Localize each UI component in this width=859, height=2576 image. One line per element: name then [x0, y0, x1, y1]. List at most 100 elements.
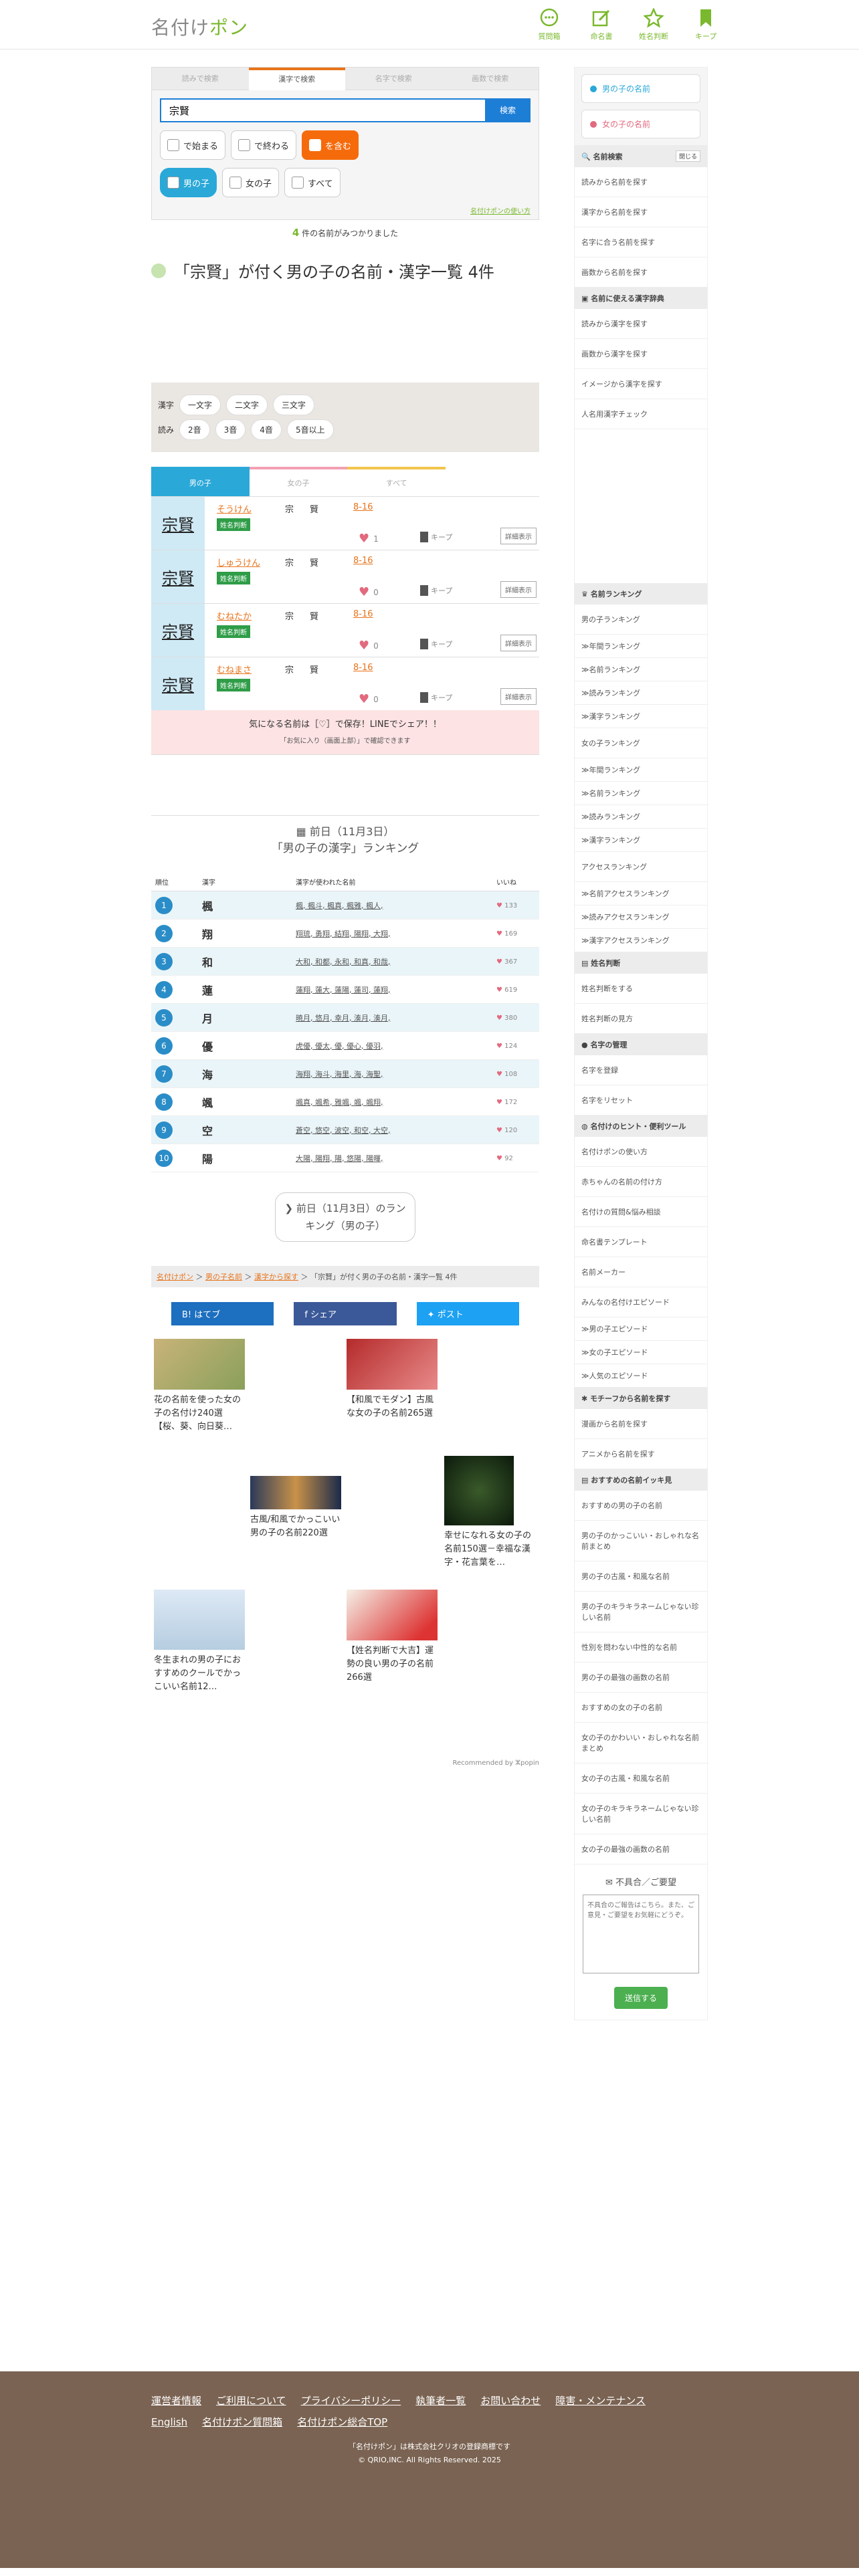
rank-names[interactable]: 虎優, 優太, 優, 優心, 優羽, — [296, 1042, 383, 1051]
rank-names[interactable]: 蒼空, 悠空, 波空, 和空, 大空, — [296, 1126, 390, 1135]
search-input[interactable] — [160, 98, 485, 122]
rank-kanji[interactable]: 和 — [202, 956, 213, 969]
breadcrumb-link[interactable]: 名付けポン — [157, 1273, 193, 1281]
sidebar-link[interactable]: 名付けポンの使い方 — [575, 1137, 707, 1167]
sidebar-link[interactable]: ≫読みランキング — [575, 681, 707, 705]
detail-button[interactable]: 詳細表示 — [500, 528, 537, 544]
keep-button[interactable]: キープ — [420, 692, 452, 703]
kanji-1[interactable]: 宗 — [285, 505, 310, 515]
rank-kanji[interactable]: 空 — [202, 1125, 213, 1138]
opt-girl[interactable]: 女の子 — [222, 168, 280, 197]
name-reading[interactable]: むねまさ — [217, 663, 252, 675]
opt-contains[interactable]: を含む — [302, 130, 359, 160]
sidebar-link[interactable]: みんなの名付けエピソード — [575, 1287, 707, 1317]
detail-button[interactable]: 詳細表示 — [500, 688, 537, 705]
sidebar-link[interactable]: 女の子の最強の画数の名前 — [575, 1834, 707, 1864]
sidebar-link[interactable]: 女の子ランキング — [575, 728, 707, 758]
filter-chip[interactable]: 一文字 — [179, 395, 221, 415]
breadcrumb-link[interactable]: 男の子名前 — [205, 1273, 242, 1281]
footer-link[interactable]: ご利用について — [216, 2395, 286, 2407]
tab-all[interactable]: すべて — [347, 467, 446, 496]
sidebar-link[interactable]: 赤ちゃんの名前の付け方 — [575, 1167, 707, 1197]
rank-kanji[interactable]: 海 — [202, 1069, 213, 1081]
rank-names[interactable]: 大陽, 陽翔, 陽, 悠陽, 陽暉, — [296, 1154, 383, 1163]
rank-names[interactable]: 颯真, 颯希, 雅颯, 颯, 颯翔, — [296, 1098, 383, 1107]
opt-starts[interactable]: で始まる — [160, 130, 226, 160]
rank-names[interactable]: 楓, 楓斗, 楓真, 楓雅, 楓人, — [296, 901, 383, 910]
name-kanji[interactable]: 宗賢 — [151, 497, 205, 550]
nav-keep[interactable]: キープ — [685, 8, 727, 41]
rank-kanji[interactable]: 月 — [202, 1012, 213, 1025]
name-reading[interactable]: そうけん — [217, 502, 252, 515]
filter-chip[interactable]: 4音 — [251, 419, 282, 440]
rank-names[interactable]: 翔琉, 勇翔, 結翔, 陽翔, 大翔, — [296, 930, 390, 938]
rank-kanji[interactable]: 蓮 — [202, 984, 213, 997]
sidebar-link[interactable]: 名字を登録 — [575, 1055, 707, 1085]
sidebar-link[interactable]: 読みから名前を探す — [575, 167, 707, 197]
opt-all[interactable]: すべて — [284, 168, 341, 197]
sidebar-link[interactable]: ≫男の子エピソード — [575, 1317, 707, 1341]
sidebar-link[interactable]: ≫年間ランキング — [575, 758, 707, 782]
rec-card[interactable]: 【和風でモダン】古風な女の子の名前265選 — [347, 1339, 440, 1420]
opt-boy[interactable]: 男の子 — [160, 168, 217, 197]
detail-button[interactable]: 詳細表示 — [500, 581, 537, 598]
strokes[interactable]: 8-16 — [353, 502, 373, 512]
footer-link[interactable]: プライバシーポリシー — [301, 2395, 401, 2407]
sidebar-link[interactable]: 姓名判断の見方 — [575, 1004, 707, 1034]
search-button[interactable]: 検索 — [485, 98, 531, 122]
site-logo[interactable]: 名付けポン — [151, 13, 248, 40]
rank-names[interactable]: 暁月, 悠月, 幸月, 湊月, 湊月, — [296, 1014, 390, 1023]
detail-button[interactable]: 詳細表示 — [500, 635, 537, 651]
tab-myoji[interactable]: 名字で検索 — [345, 68, 442, 90]
sidebar-link[interactable]: 男の子ランキング — [575, 605, 707, 635]
seimei-badge[interactable]: 姓名判断 — [217, 572, 250, 584]
sidebar-link[interactable]: 女の子のかわいい・おしゃれな名前まとめ — [575, 1723, 707, 1763]
keep-button[interactable]: キープ — [420, 532, 452, 542]
sidebar-link[interactable]: おすすめの男の子の名前 — [575, 1491, 707, 1521]
kanji-1[interactable]: 宗 — [285, 558, 310, 568]
name-kanji[interactable]: 宗賢 — [151, 550, 205, 603]
sidebar-link[interactable]: 画数から名前を探す — [575, 257, 707, 288]
keep-button[interactable]: キープ — [420, 585, 452, 596]
kanji-1[interactable]: 宗 — [285, 612, 310, 622]
seimei-badge[interactable]: 姓名判断 — [217, 679, 250, 691]
sidebar-link[interactable]: ≫漢字ランキング — [575, 705, 707, 728]
filter-chip[interactable]: 三文字 — [273, 395, 315, 415]
sidebar-link[interactable]: おすすめの女の子の名前 — [575, 1693, 707, 1723]
like-button[interactable]: ♥ 1 — [359, 532, 379, 546]
sidebar-link[interactable]: ≫名前ランキング — [575, 658, 707, 681]
sidebar-link[interactable]: ≫読みランキング — [575, 805, 707, 829]
sidebar-link[interactable]: 漢字から名前を探す — [575, 197, 707, 227]
name-kanji[interactable]: 宗賢 — [151, 604, 205, 657]
sidebar-link[interactable]: 名前メーカー — [575, 1257, 707, 1287]
keep-button[interactable]: キープ — [420, 639, 452, 649]
sidebar-link[interactable]: 名字をリセット — [575, 1085, 707, 1115]
sidebar-link[interactable]: 姓名判断をする — [575, 974, 707, 1004]
sidebar-link[interactable]: ≫人気のエピソード — [575, 1364, 707, 1388]
close-button[interactable]: 閉じる — [675, 150, 700, 162]
like-button[interactable]: ♥ 0 — [359, 639, 379, 653]
sidebar-link[interactable]: ≫名前ランキング — [575, 782, 707, 805]
twitter-button[interactable]: ✦ ポスト — [416, 1302, 519, 1325]
sidebar-link[interactable]: 読みから漢字を探す — [575, 309, 707, 339]
rec-card[interactable]: 古風/和風でかっこいい男の子の名前220選 — [250, 1476, 344, 1540]
like-button[interactable]: ♥ 0 — [359, 585, 379, 599]
nav-seimei[interactable]: 姓名判断 — [633, 8, 674, 41]
rank-kanji[interactable]: 優 — [202, 1041, 213, 1053]
rank-names[interactable]: 大和, 和都, 永和, 和真, 和哉, — [296, 958, 390, 966]
rec-card[interactable]: 幸せになれる女の子の名前150選－幸福な漢字・花言葉を… — [444, 1456, 538, 1570]
sidebar-link[interactable]: ≫名前アクセスランキング — [575, 882, 707, 905]
rec-card[interactable]: 【姓名判断で大吉】運勢の良い男の子の名前266選 — [347, 1590, 440, 1685]
sidebar-link[interactable]: 男の子のキラキラネームじゃない珍しい名前 — [575, 1592, 707, 1632]
feedback-textarea[interactable] — [583, 1895, 699, 1973]
sidebar-link[interactable]: 女の子のキラキラネームじゃない珍しい名前 — [575, 1794, 707, 1834]
footer-link[interactable]: 執筆者一覧 — [415, 2395, 466, 2407]
footer-link[interactable]: 名付けポン質問箱 — [202, 2416, 282, 2428]
name-kanji[interactable]: 宗賢 — [151, 657, 205, 710]
footer-link[interactable]: お問い合わせ — [480, 2395, 541, 2407]
sidebar-link[interactable]: アクセスランキング — [575, 852, 707, 882]
rank-kanji[interactable]: 楓 — [202, 900, 213, 913]
footer-link[interactable]: 名付けポン総合TOP — [297, 2416, 387, 2428]
like-button[interactable]: ♥ 0 — [359, 692, 379, 706]
kanji-2[interactable]: 賢 — [310, 505, 335, 515]
